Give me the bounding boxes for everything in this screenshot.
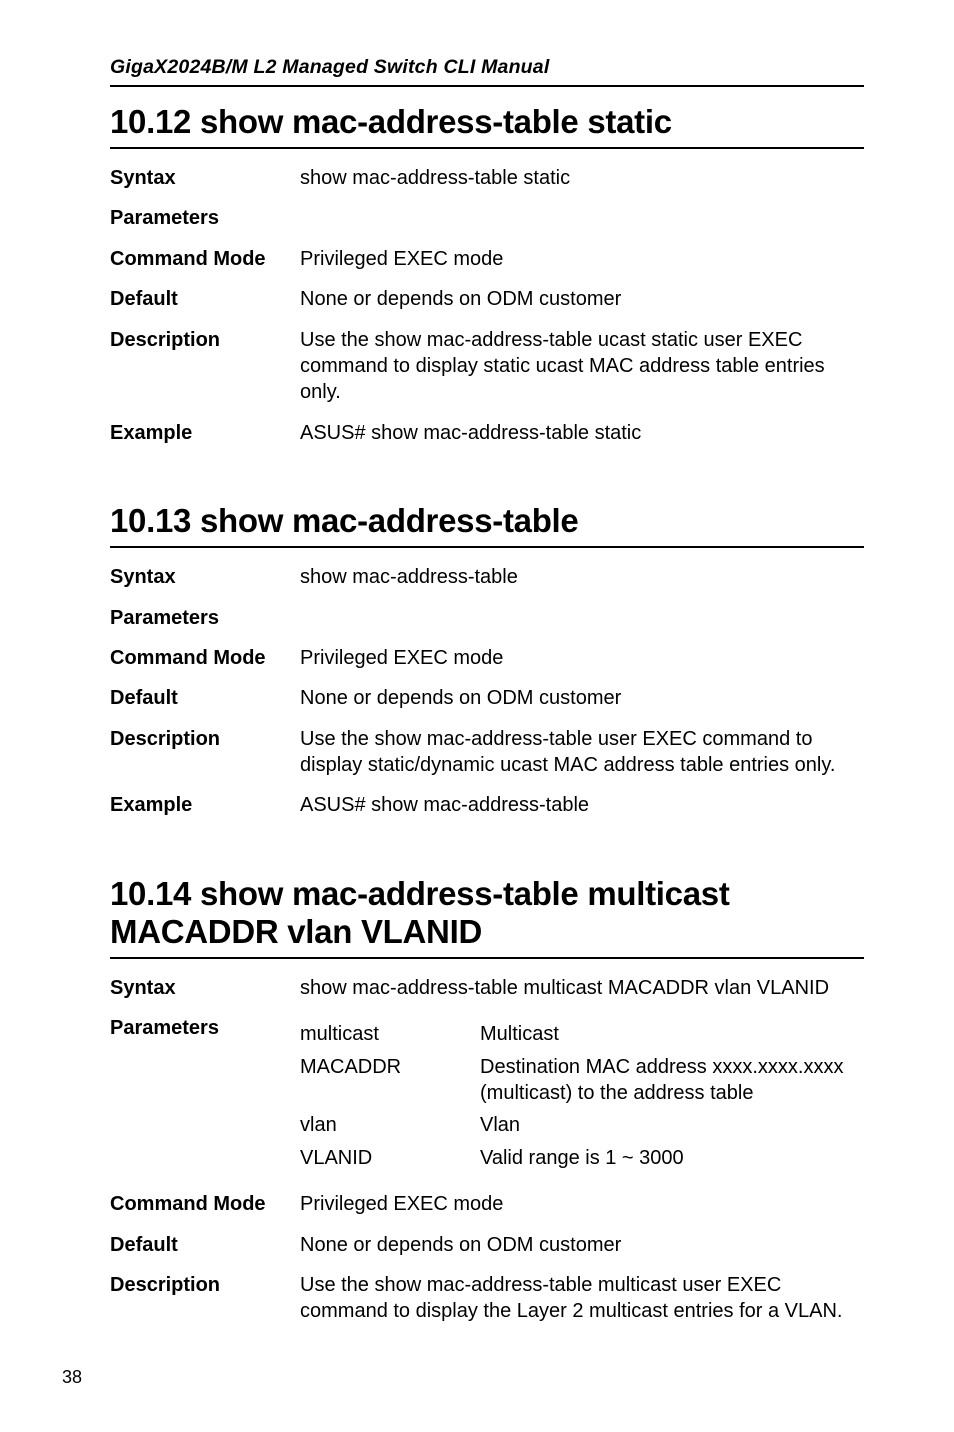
header-rule <box>110 85 864 87</box>
section-gap <box>110 833 864 859</box>
field-label: Command Mode <box>110 645 300 671</box>
field-value: Privileged EXEC mode <box>300 1191 864 1217</box>
field-value: None or depends on ODM customer <box>300 286 864 312</box>
field-value: ASUS# show mac-address-table <box>300 792 864 818</box>
field-row: Example ASUS# show mac-address-table sta… <box>110 420 864 446</box>
field-label: Default <box>110 1232 300 1258</box>
title-rule <box>110 957 864 959</box>
field-label: Description <box>110 1272 300 1298</box>
section-title: 10.14 show mac-address-table multicast M… <box>110 875 864 951</box>
field-row: Syntax show mac-address-table multicast … <box>110 975 864 1001</box>
field-label: Description <box>110 726 300 752</box>
param-desc: Valid range is 1 ~ 3000 <box>480 1145 864 1171</box>
param-desc: Destination MAC address xxxx.xxxx.xxxx (… <box>480 1054 864 1107</box>
title-rule <box>110 546 864 548</box>
field-value: Use the show mac-address-table user EXEC… <box>300 726 864 779</box>
field-label: Parameters <box>110 605 300 631</box>
field-label: Example <box>110 792 300 818</box>
section-title: 10.12 show mac-address-table static <box>110 103 864 141</box>
field-row: Example ASUS# show mac-address-table <box>110 792 864 818</box>
param-key: vlan <box>300 1112 480 1138</box>
field-label: Parameters <box>110 1015 300 1041</box>
field-row: Parameters <box>110 205 864 231</box>
field-label: Parameters <box>110 205 300 231</box>
field-value: Use the show mac-address-table multicast… <box>300 1272 864 1325</box>
param-row: vlan Vlan <box>300 1112 864 1138</box>
field-row: Description Use the show mac-address-tab… <box>110 726 864 779</box>
section-gap <box>110 460 864 486</box>
param-desc: Vlan <box>480 1112 864 1138</box>
page: GigaX2024B/M L2 Managed Switch CLI Manua… <box>0 0 954 1432</box>
field-row: Default None or depends on ODM customer <box>110 685 864 711</box>
page-number: 38 <box>62 1367 82 1388</box>
param-row: MACADDR Destination MAC address xxxx.xxx… <box>300 1054 864 1107</box>
field-value: None or depends on ODM customer <box>300 1232 864 1258</box>
field-row: Syntax show mac-address-table static <box>110 165 864 191</box>
field-row-parameters: Parameters multicast Multicast MACADDR D… <box>110 1015 864 1177</box>
running-header: GigaX2024B/M L2 Managed Switch CLI Manua… <box>110 56 864 79</box>
section-title: 10.13 show mac-address-table <box>110 502 864 540</box>
param-key: multicast <box>300 1021 480 1047</box>
field-value: Privileged EXEC mode <box>300 645 864 671</box>
parameters-block: multicast Multicast MACADDR Destination … <box>300 1015 864 1177</box>
field-label: Command Mode <box>110 246 300 272</box>
field-row: Command Mode Privileged EXEC mode <box>110 1191 864 1217</box>
param-row: multicast Multicast <box>300 1021 864 1047</box>
field-value: ASUS# show mac-address-table static <box>300 420 864 446</box>
field-value: None or depends on ODM customer <box>300 685 864 711</box>
field-label: Syntax <box>110 165 300 191</box>
field-value: show mac-address-table static <box>300 165 864 191</box>
field-row: Command Mode Privileged EXEC mode <box>110 246 864 272</box>
field-label: Command Mode <box>110 1191 300 1217</box>
field-value: show mac-address-table <box>300 564 864 590</box>
field-value: Use the show mac-address-table ucast sta… <box>300 327 864 406</box>
param-desc: Multicast <box>480 1021 864 1047</box>
field-label: Default <box>110 685 300 711</box>
title-rule <box>110 147 864 149</box>
field-label: Syntax <box>110 975 300 1001</box>
field-label: Description <box>110 327 300 353</box>
field-label: Syntax <box>110 564 300 590</box>
field-row: Default None or depends on ODM customer <box>110 286 864 312</box>
field-row: Command Mode Privileged EXEC mode <box>110 645 864 671</box>
param-key: VLANID <box>300 1145 480 1171</box>
param-row: VLANID Valid range is 1 ~ 3000 <box>300 1145 864 1171</box>
field-row: Default None or depends on ODM customer <box>110 1232 864 1258</box>
field-row: Description Use the show mac-address-tab… <box>110 327 864 406</box>
field-label: Default <box>110 286 300 312</box>
field-value: show mac-address-table multicast MACADDR… <box>300 975 864 1001</box>
field-row: Parameters <box>110 605 864 631</box>
field-label: Example <box>110 420 300 446</box>
field-row: Description Use the show mac-address-tab… <box>110 1272 864 1325</box>
field-value: Privileged EXEC mode <box>300 246 864 272</box>
field-row: Syntax show mac-address-table <box>110 564 864 590</box>
param-key: MACADDR <box>300 1054 480 1080</box>
